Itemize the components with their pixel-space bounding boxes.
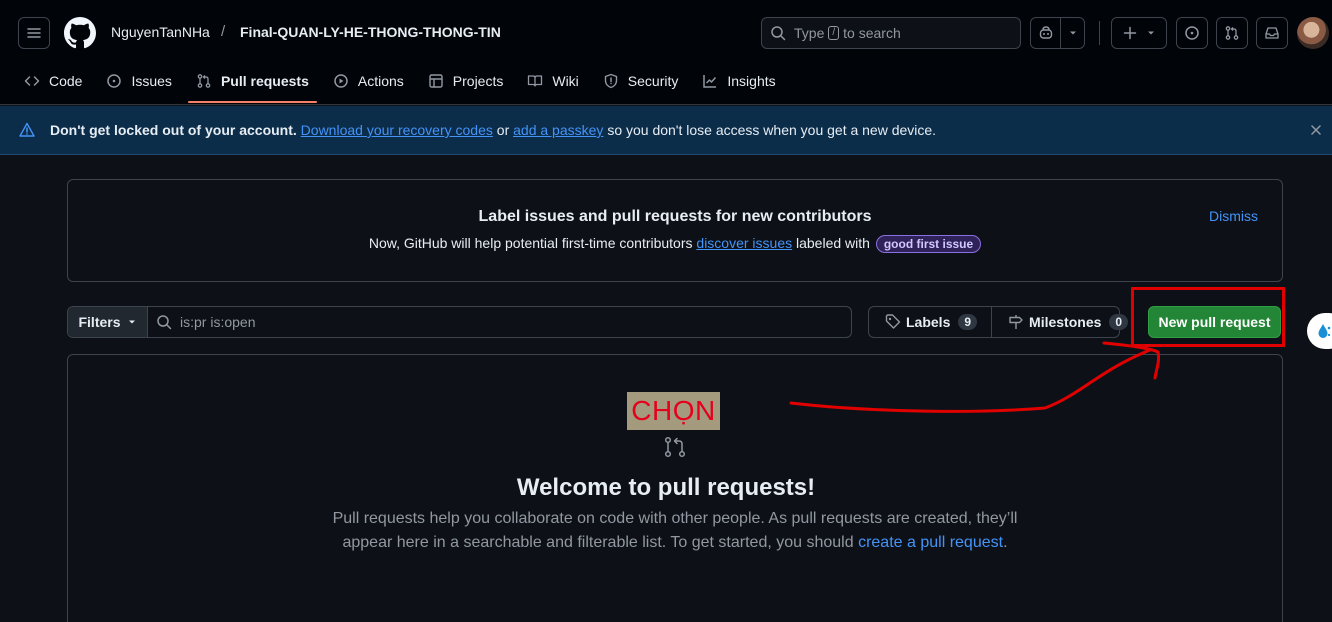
labels-label: Labels	[906, 314, 951, 330]
tab-wiki[interactable]: Wiki	[519, 60, 586, 102]
repo-owner-link[interactable]: NguyenTanNHa	[111, 24, 210, 40]
graph-icon	[703, 75, 717, 88]
filter-bar: Filters is:pr is:open	[67, 306, 852, 338]
filters-label: Filters	[78, 314, 121, 330]
table-icon	[429, 74, 443, 88]
git-pull-request-icon	[197, 74, 211, 88]
chevron-down-icon	[1148, 31, 1154, 35]
global-header: NguyenTanNHa / Final-QUAN-LY-HE-THONG-TH…	[0, 0, 1332, 105]
shield-icon	[604, 73, 617, 89]
search-icon	[157, 315, 172, 330]
tab-insights[interactable]: Insights	[694, 60, 783, 102]
close-icon[interactable]	[1308, 122, 1324, 138]
tab-label: Issues	[131, 73, 172, 89]
issue-opened-icon	[1185, 26, 1199, 40]
git-pull-request-icon	[664, 436, 686, 458]
tab-label: Code	[49, 73, 83, 89]
chevron-down-icon	[128, 320, 135, 324]
search-prefix: Type	[794, 25, 825, 41]
milestones-label: Milestones	[1029, 314, 1102, 330]
tab-label: Wiki	[552, 73, 579, 89]
repo-name-link[interactable]: Final-QUAN-LY-HE-THONG-THONG-TIN	[240, 24, 501, 40]
issue-opened-icon	[107, 74, 122, 88]
plus-icon	[1123, 26, 1137, 40]
create-new-button[interactable]	[1111, 17, 1167, 49]
new-contributors-box: Label issues and pull requests for new c…	[67, 179, 1283, 282]
hamburger-menu-button[interactable]	[18, 17, 50, 49]
play-icon	[334, 74, 348, 88]
inbox-icon	[1265, 27, 1279, 39]
create-pull-request-link[interactable]: create a pull request	[858, 534, 1003, 551]
code-icon	[24, 76, 40, 86]
tab-label: Insights	[727, 73, 776, 89]
water-drop-icon	[1318, 324, 1331, 338]
tab-label: Projects	[452, 73, 504, 89]
breadcrumb-separator: /	[221, 23, 226, 40]
contributors-text: labeled with	[796, 235, 870, 251]
labels-milestones-group: Labels 9 Milestones 0	[868, 306, 1129, 338]
avatar[interactable]	[1297, 17, 1329, 49]
search-shortcut-key: /	[828, 26, 840, 40]
milestones-count: 0	[1109, 314, 1129, 330]
hamburger-icon	[27, 28, 41, 38]
annotation-label: CHỌN	[627, 392, 720, 430]
extension-badge[interactable]	[1307, 313, 1332, 349]
blankslate-period: .	[1003, 534, 1008, 551]
dismiss-button[interactable]: Dismiss	[1209, 208, 1258, 224]
labels-button[interactable]: Labels 9	[869, 307, 991, 337]
highlight-box	[1131, 287, 1285, 347]
filter-query: is:pr is:open	[180, 314, 256, 330]
issues-button[interactable]	[1176, 17, 1208, 49]
add-passkey-link[interactable]: add a passkey	[513, 122, 603, 138]
tab-issues[interactable]: Issues	[98, 60, 179, 102]
blankslate-title: Welcome to pull requests!	[516, 474, 816, 501]
contributors-description: Now, GitHub will help potential first-ti…	[68, 235, 1282, 253]
good-first-issue-label[interactable]: good first issue	[875, 235, 982, 253]
tab-label: Pull requests	[220, 73, 309, 89]
blankslate-description: Pull requests help you collaborate on co…	[330, 507, 1020, 555]
discover-issues-link[interactable]: discover issues	[696, 235, 792, 251]
milestones-button[interactable]: Milestones 0	[991, 307, 1142, 337]
inbox-button[interactable]	[1256, 17, 1288, 49]
filter-search-input[interactable]: is:pr is:open	[148, 307, 255, 337]
git-pull-request-icon	[1225, 26, 1239, 40]
recovery-codes-link[interactable]: Download your recovery codes	[301, 122, 493, 138]
copilot-button[interactable]	[1030, 17, 1085, 49]
book-icon	[528, 75, 543, 87]
header-divider	[1099, 21, 1100, 45]
banner-text: so you don't lose access when you get a …	[607, 122, 937, 138]
search-suffix: to search	[843, 25, 901, 41]
contributors-title: Label issues and pull requests for new c…	[478, 208, 872, 225]
filters-button[interactable]: Filters	[68, 307, 148, 337]
contributors-text: Now, GitHub will help potential first-ti…	[368, 235, 693, 251]
milestone-icon	[1009, 315, 1023, 329]
alert-icon	[19, 122, 35, 137]
repo-tabs: Code Issues Pull requests Actions Projec…	[16, 60, 792, 104]
tab-projects[interactable]: Projects	[420, 60, 512, 102]
banner-text: or	[496, 122, 510, 138]
tag-icon	[885, 314, 901, 329]
labels-count: 9	[958, 314, 978, 330]
chevron-down-icon	[1069, 31, 1076, 35]
copilot-icon	[1039, 26, 1052, 39]
search-icon	[771, 26, 786, 41]
recovery-codes-banner: Don't get locked out of your account. Do…	[0, 106, 1332, 155]
github-logo-icon[interactable]	[64, 17, 96, 49]
banner-heading: Don't get locked out of your account.	[50, 122, 297, 138]
tab-security[interactable]: Security	[595, 60, 687, 102]
tab-code[interactable]: Code	[16, 60, 90, 102]
tab-actions[interactable]: Actions	[325, 60, 412, 102]
pull-requests-button[interactable]	[1216, 17, 1248, 49]
tab-pull-requests[interactable]: Pull requests	[187, 60, 317, 103]
tab-label: Actions	[357, 73, 404, 89]
search-input[interactable]: Type / to search	[761, 17, 1021, 49]
tab-label: Security	[627, 73, 679, 89]
